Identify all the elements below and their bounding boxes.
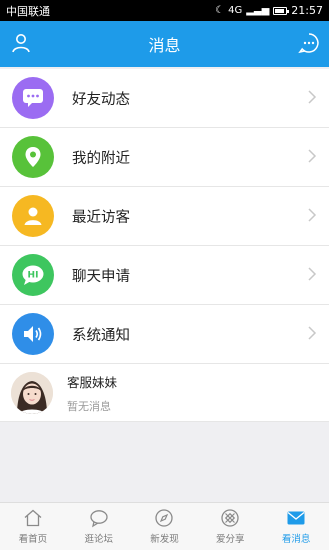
moon-icon: ☾ (215, 4, 225, 16)
menu-item-label: 好友动态 (72, 91, 130, 108)
signal-icon: ▂▃▅ (246, 4, 270, 16)
page-title: 消息 (148, 36, 181, 55)
status-icons: ☾ 4G ▂▃▅ 21:57 (215, 4, 323, 17)
svg-text:HI: HI (28, 271, 39, 281)
profile-icon[interactable] (10, 32, 32, 54)
tab-label: 看消息 (281, 534, 311, 545)
tab-home[interactable]: 看首页 (0, 503, 66, 550)
status-bar: 中国联通 ☾ 4G ▂▃▅ 21:57 (0, 0, 329, 21)
forum-bubble-icon (90, 510, 108, 528)
chevron-right-icon (308, 326, 317, 340)
user-icon (12, 195, 54, 237)
menu-item-system-notice[interactable]: 系统通知 (0, 305, 329, 364)
chat-dots-icon (12, 77, 54, 119)
menu-item-label: 聊天申请 (72, 268, 130, 285)
menu-item-recent-visitors[interactable]: 最近访客 (0, 187, 329, 246)
chevron-right-icon (308, 90, 317, 104)
contact-name: 客服妹妹 (67, 374, 118, 390)
speaker-icon (12, 313, 54, 355)
menu-item-label: 系统通知 (72, 327, 130, 344)
network-type-text: 4G (228, 4, 243, 16)
chat-more-icon[interactable] (298, 32, 320, 54)
tab-discover[interactable]: 新发现 (132, 503, 198, 550)
tab-label: 看首页 (18, 534, 48, 545)
bottom-tab-bar: 看首页 逛论坛 新发现 爱分享 看消息 (0, 502, 329, 550)
carrier-text: 中国联通 (6, 4, 50, 18)
battery-icon (273, 6, 290, 15)
hi-bubble-icon: HI (12, 254, 54, 296)
clock-text: 21:57 (291, 4, 323, 17)
menu-item-chat-requests[interactable]: HI 聊天申请 (0, 246, 329, 305)
menu-item-friend-feed[interactable]: 好友动态 (0, 69, 329, 128)
top-bar: 消息 (0, 21, 329, 67)
location-pin-icon (12, 136, 54, 178)
avatar (11, 371, 53, 414)
tab-forum[interactable]: 逛论坛 (66, 503, 132, 550)
chevron-right-icon (308, 267, 317, 281)
tab-messages[interactable]: 看消息 (263, 503, 329, 550)
last-message-preview: 暂无消息 (67, 399, 111, 413)
menu-item-nearby[interactable]: 我的附近 (0, 128, 329, 187)
conversation-item-customer-service[interactable]: 客服妹妹 暂无消息 (0, 364, 329, 422)
message-menu-list: 好友动态 我的附近 最近访客 HI 聊天申请 系统通知 (0, 69, 329, 364)
share-icon (221, 509, 239, 527)
tab-label: 逛论坛 (84, 534, 113, 545)
home-icon (24, 509, 42, 527)
chevron-right-icon (308, 149, 317, 163)
chevron-right-icon (308, 208, 317, 222)
menu-item-label: 我的附近 (72, 150, 130, 167)
compass-icon (155, 509, 174, 527)
menu-item-label: 最近访客 (72, 209, 130, 226)
mail-icon (287, 511, 305, 525)
tab-label: 爱分享 (216, 534, 245, 545)
tab-share[interactable]: 爱分享 (197, 503, 263, 550)
tab-label: 新发现 (150, 534, 179, 545)
